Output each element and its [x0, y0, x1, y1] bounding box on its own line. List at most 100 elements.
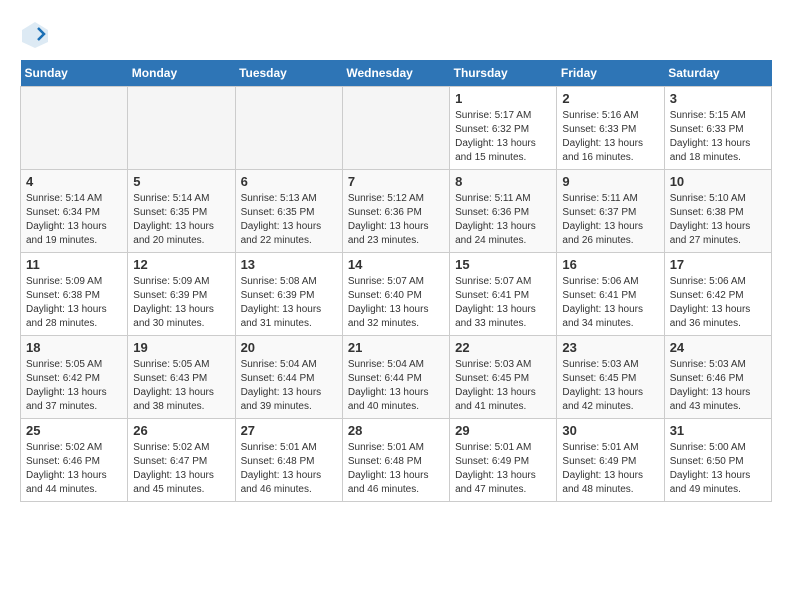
calendar-cell: 22Sunrise: 5:03 AM Sunset: 6:45 PM Dayli…: [450, 336, 557, 419]
week-row-4: 18Sunrise: 5:05 AM Sunset: 6:42 PM Dayli…: [21, 336, 772, 419]
calendar-cell: 18Sunrise: 5:05 AM Sunset: 6:42 PM Dayli…: [21, 336, 128, 419]
day-number: 20: [241, 340, 337, 355]
day-number: 19: [133, 340, 229, 355]
calendar-cell: [128, 87, 235, 170]
day-number: 7: [348, 174, 444, 189]
day-info: Sunrise: 5:07 AM Sunset: 6:41 PM Dayligh…: [455, 275, 551, 331]
day-number: 14: [348, 257, 444, 272]
day-info: Sunrise: 5:09 AM Sunset: 6:38 PM Dayligh…: [26, 275, 122, 331]
week-row-3: 11 Sunrise: 5:09 AM Sunset: 6:38 PM Dayli…: [21, 253, 772, 336]
day-info: Sunrise: 5:01 AM Sunset: 6:49 PM Dayligh…: [562, 441, 658, 497]
day-number: 16: [562, 257, 658, 272]
day-number: 8: [455, 174, 551, 189]
day-info: Sunrise: 5:03 AM Sunset: 6:45 PM Dayligh…: [562, 358, 658, 414]
day-info: Sunrise: 5:07 AM Sunset: 6:40 PM Dayligh…: [348, 275, 444, 331]
calendar-cell: 12 Sunrise: 5:09 AM Sunset: 6:39 PM Dayli…: [128, 253, 235, 336]
day-info: Sunrise: 5:03 AM Sunset: 6:45 PM Dayligh…: [455, 358, 551, 414]
day-number: 23: [562, 340, 658, 355]
calendar-cell: 14 Sunrise: 5:07 AM Sunset: 6:40 PM Dayli…: [342, 253, 449, 336]
day-number: 27: [241, 423, 337, 438]
week-row-2: 4Sunrise: 5:14 AM Sunset: 6:34 PM Daylig…: [21, 170, 772, 253]
calendar-cell: 19Sunrise: 5:05 AM Sunset: 6:43 PM Dayli…: [128, 336, 235, 419]
day-info: Sunrise: 5:12 AM Sunset: 6:36 PM Dayligh…: [348, 192, 444, 248]
calendar-cell: 11 Sunrise: 5:09 AM Sunset: 6:38 PM Dayli…: [21, 253, 128, 336]
day-number: 31: [670, 423, 766, 438]
day-info: Sunrise: 5:01 AM Sunset: 6:49 PM Dayligh…: [455, 441, 551, 497]
day-number: 26: [133, 423, 229, 438]
day-info: Sunrise: 5:13 AM Sunset: 6:35 PM Dayligh…: [241, 192, 337, 248]
col-header-wednesday: Wednesday: [342, 60, 449, 87]
day-number: 1: [455, 91, 551, 106]
page-header: [20, 20, 772, 50]
day-info: Sunrise: 5:16 AM Sunset: 6:33 PM Dayligh…: [562, 109, 658, 165]
day-number: 5: [133, 174, 229, 189]
calendar-cell: 13 Sunrise: 5:08 AM Sunset: 6:39 PM Dayli…: [235, 253, 342, 336]
day-info: Sunrise: 5:02 AM Sunset: 6:46 PM Dayligh…: [26, 441, 122, 497]
calendar-cell: 4Sunrise: 5:14 AM Sunset: 6:34 PM Daylig…: [21, 170, 128, 253]
day-number: 11: [26, 257, 122, 272]
day-info: Sunrise: 5:09 AM Sunset: 6:39 PM Dayligh…: [133, 275, 229, 331]
day-info: Sunrise: 5:14 AM Sunset: 6:35 PM Dayligh…: [133, 192, 229, 248]
calendar-cell: 24 Sunrise: 5:03 AM Sunset: 6:46 PM Dayli…: [664, 336, 771, 419]
day-number: 24: [670, 340, 766, 355]
day-info: Sunrise: 5:14 AM Sunset: 6:34 PM Dayligh…: [26, 192, 122, 248]
day-info: Sunrise: 5:06 AM Sunset: 6:41 PM Dayligh…: [562, 275, 658, 331]
calendar-cell: 27 Sunrise: 5:01 AM Sunset: 6:48 PM Dayli…: [235, 419, 342, 502]
day-number: 29: [455, 423, 551, 438]
calendar-cell: 31 Sunrise: 5:00 AM Sunset: 6:50 PM Dayli…: [664, 419, 771, 502]
calendar-cell: 29 Sunrise: 5:01 AM Sunset: 6:49 PM Dayli…: [450, 419, 557, 502]
calendar-cell: [235, 87, 342, 170]
calendar-cell: 6 Sunrise: 5:13 AM Sunset: 6:35 PM Daylig…: [235, 170, 342, 253]
day-info: Sunrise: 5:01 AM Sunset: 6:48 PM Dayligh…: [241, 441, 337, 497]
day-info: Sunrise: 5:10 AM Sunset: 6:38 PM Dayligh…: [670, 192, 766, 248]
calendar-cell: 28Sunrise: 5:01 AM Sunset: 6:48 PM Dayli…: [342, 419, 449, 502]
day-number: 17: [670, 257, 766, 272]
col-header-sunday: Sunday: [21, 60, 128, 87]
day-number: 6: [241, 174, 337, 189]
col-header-friday: Friday: [557, 60, 664, 87]
col-header-thursday: Thursday: [450, 60, 557, 87]
calendar-cell: [342, 87, 449, 170]
calendar-cell: 30 Sunrise: 5:01 AM Sunset: 6:49 PM Dayli…: [557, 419, 664, 502]
day-info: Sunrise: 5:04 AM Sunset: 6:44 PM Dayligh…: [241, 358, 337, 414]
day-info: Sunrise: 5:11 AM Sunset: 6:37 PM Dayligh…: [562, 192, 658, 248]
day-info: Sunrise: 5:04 AM Sunset: 6:44 PM Dayligh…: [348, 358, 444, 414]
day-info: Sunrise: 5:01 AM Sunset: 6:48 PM Dayligh…: [348, 441, 444, 497]
calendar-cell: 15Sunrise: 5:07 AM Sunset: 6:41 PM Dayli…: [450, 253, 557, 336]
calendar-cell: 7 Sunrise: 5:12 AM Sunset: 6:36 PM Daylig…: [342, 170, 449, 253]
col-header-saturday: Saturday: [664, 60, 771, 87]
week-row-1: 1Sunrise: 5:17 AM Sunset: 6:32 PM Daylig…: [21, 87, 772, 170]
day-header-row: SundayMondayTuesdayWednesdayThursdayFrid…: [21, 60, 772, 87]
day-number: 10: [670, 174, 766, 189]
calendar-cell: 8 Sunrise: 5:11 AM Sunset: 6:36 PM Daylig…: [450, 170, 557, 253]
day-number: 9: [562, 174, 658, 189]
calendar-cell: 17 Sunrise: 5:06 AM Sunset: 6:42 PM Dayli…: [664, 253, 771, 336]
day-info: Sunrise: 5:06 AM Sunset: 6:42 PM Dayligh…: [670, 275, 766, 331]
calendar-cell: 9 Sunrise: 5:11 AM Sunset: 6:37 PM Daylig…: [557, 170, 664, 253]
calendar-cell: 5 Sunrise: 5:14 AM Sunset: 6:35 PM Daylig…: [128, 170, 235, 253]
day-info: Sunrise: 5:03 AM Sunset: 6:46 PM Dayligh…: [670, 358, 766, 414]
day-info: Sunrise: 5:00 AM Sunset: 6:50 PM Dayligh…: [670, 441, 766, 497]
day-number: 12: [133, 257, 229, 272]
calendar-cell: 20 Sunrise: 5:04 AM Sunset: 6:44 PM Dayli…: [235, 336, 342, 419]
day-info: Sunrise: 5:02 AM Sunset: 6:47 PM Dayligh…: [133, 441, 229, 497]
logo: [20, 20, 54, 50]
calendar-cell: 3 Sunrise: 5:15 AM Sunset: 6:33 PM Daylig…: [664, 87, 771, 170]
calendar-cell: 23 Sunrise: 5:03 AM Sunset: 6:45 PM Dayli…: [557, 336, 664, 419]
day-number: 3: [670, 91, 766, 106]
day-info: Sunrise: 5:11 AM Sunset: 6:36 PM Dayligh…: [455, 192, 551, 248]
calendar-cell: 2 Sunrise: 5:16 AM Sunset: 6:33 PM Daylig…: [557, 87, 664, 170]
calendar-cell: 26 Sunrise: 5:02 AM Sunset: 6:47 PM Dayli…: [128, 419, 235, 502]
calendar-table: SundayMondayTuesdayWednesdayThursdayFrid…: [20, 60, 772, 502]
col-header-tuesday: Tuesday: [235, 60, 342, 87]
day-info: Sunrise: 5:08 AM Sunset: 6:39 PM Dayligh…: [241, 275, 337, 331]
day-number: 2: [562, 91, 658, 106]
calendar-cell: [21, 87, 128, 170]
day-number: 25: [26, 423, 122, 438]
calendar-cell: 10 Sunrise: 5:10 AM Sunset: 6:38 PM Dayli…: [664, 170, 771, 253]
day-number: 13: [241, 257, 337, 272]
day-number: 30: [562, 423, 658, 438]
day-info: Sunrise: 5:15 AM Sunset: 6:33 PM Dayligh…: [670, 109, 766, 165]
calendar-cell: 16 Sunrise: 5:06 AM Sunset: 6:41 PM Dayli…: [557, 253, 664, 336]
col-header-monday: Monday: [128, 60, 235, 87]
